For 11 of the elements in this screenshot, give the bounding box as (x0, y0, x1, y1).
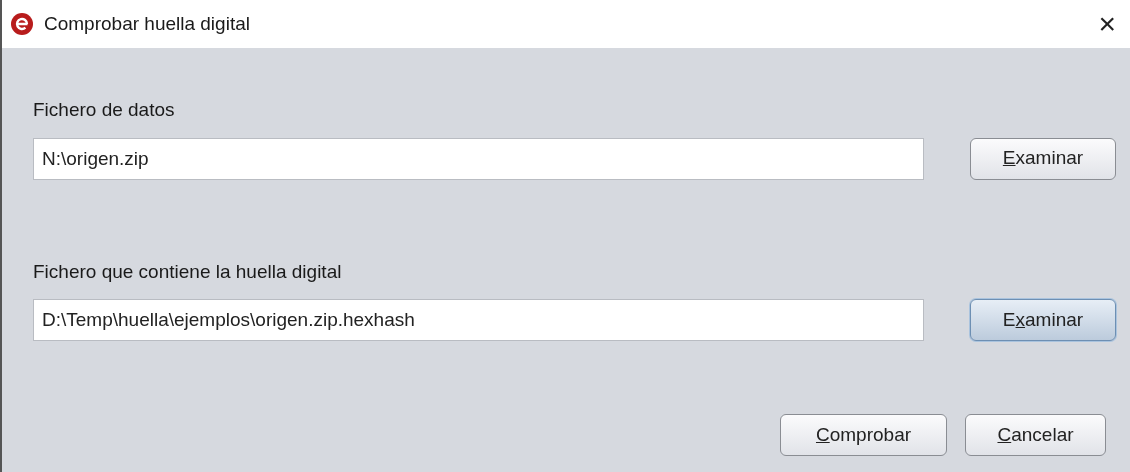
app-logo-icon (10, 12, 34, 36)
file-path-field[interactable]: D:\Temp\huella\ejemplos\origen.zip.hexhash (33, 299, 924, 341)
field-label: Fichero que contiene la huella digital (33, 259, 343, 284)
check-button[interactable]: Comprobar (780, 414, 947, 456)
examine-button[interactable]: Examinar (970, 137, 1116, 180)
window-title: Comprobar huella digital (44, 11, 251, 36)
field-label: Fichero de datos (33, 98, 176, 122)
cancel-button[interactable]: Cancelar (965, 414, 1106, 456)
file-path-field[interactable]: N:\origen.zip (33, 137, 924, 180)
close-button[interactable]: × (1094, 9, 1120, 39)
examine-button[interactable]: Examinar (970, 299, 1116, 341)
